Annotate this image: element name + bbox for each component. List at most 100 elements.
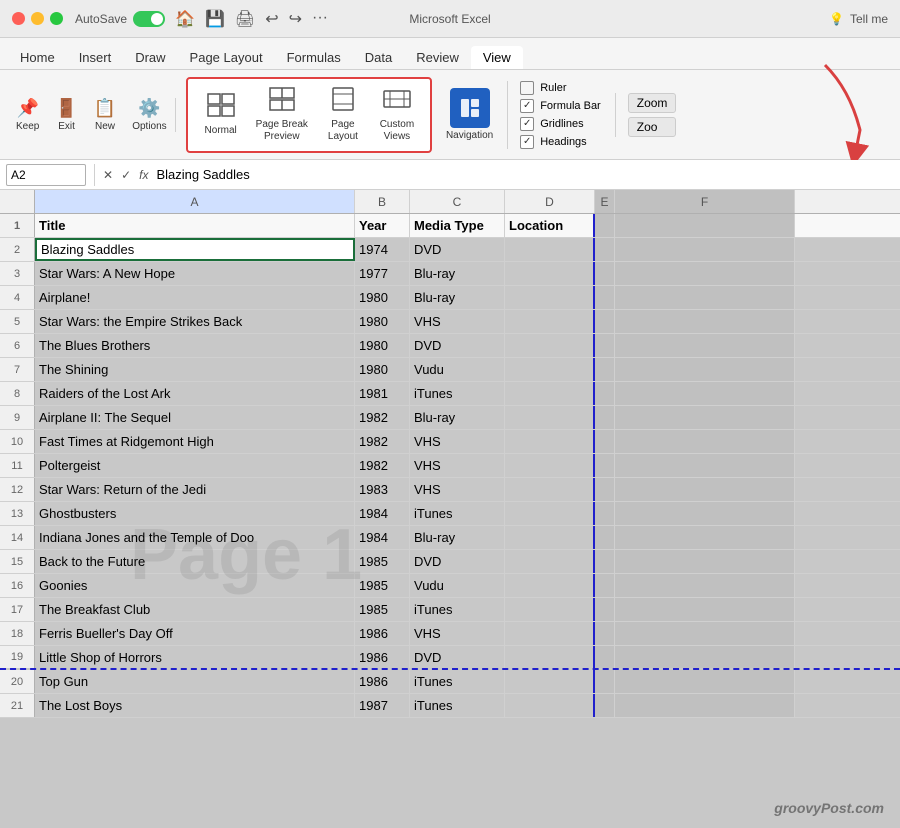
gridlines-toggle[interactable]: Gridlines <box>520 117 601 131</box>
cell-b16[interactable]: 1985 <box>355 574 410 597</box>
pagebreak-view-button[interactable]: Page BreakPreview <box>250 83 314 147</box>
cell-d6[interactable] <box>505 334 595 357</box>
cell-d10[interactable] <box>505 430 595 453</box>
more-icon[interactable]: ··· <box>312 9 328 29</box>
row-number[interactable]: 8 <box>0 382 35 405</box>
tab-view[interactable]: View <box>471 46 523 69</box>
keep-label[interactable]: Keep <box>16 121 39 132</box>
cell-b3[interactable]: 1977 <box>355 262 410 285</box>
col-header-c[interactable]: C <box>410 190 505 213</box>
cell-c2[interactable]: DVD <box>410 238 505 261</box>
close-button[interactable] <box>12 12 25 25</box>
exit-label[interactable]: Exit <box>58 121 75 132</box>
cell-d7[interactable] <box>505 358 595 381</box>
cell-a2[interactable]: Blazing Saddles <box>35 238 355 261</box>
maximize-button[interactable] <box>50 12 63 25</box>
row-number[interactable]: 12 <box>0 478 35 501</box>
cell-d16[interactable] <box>505 574 595 597</box>
cell-a15[interactable]: Back to the Future <box>35 550 355 573</box>
cell-c17[interactable]: iTunes <box>410 598 505 621</box>
row-number[interactable]: 18 <box>0 622 35 645</box>
row-number[interactable]: 19 <box>0 646 35 668</box>
cell-a21[interactable]: The Lost Boys <box>35 694 355 717</box>
cell-b7[interactable]: 1980 <box>355 358 410 381</box>
cell-d1[interactable]: Location <box>505 214 595 237</box>
cell-b2[interactable]: 1974 <box>355 238 410 261</box>
row-number[interactable]: 3 <box>0 262 35 285</box>
col-header-a[interactable]: A <box>35 190 355 213</box>
ruler-checkbox[interactable] <box>520 81 534 95</box>
cell-c7[interactable]: Vudu <box>410 358 505 381</box>
cell-b20[interactable]: 1986 <box>355 670 410 693</box>
new-label[interactable]: New <box>95 121 115 132</box>
cell-d19[interactable] <box>505 646 595 668</box>
cell-d8[interactable] <box>505 382 595 405</box>
insert-function-icon[interactable]: fx <box>139 168 148 182</box>
row-number[interactable]: 17 <box>0 598 35 621</box>
save-icon[interactable]: 💾 <box>205 9 225 29</box>
tell-me-text[interactable]: Tell me <box>850 12 888 26</box>
cell-b1[interactable]: Year <box>355 214 410 237</box>
cell-c16[interactable]: Vudu <box>410 574 505 597</box>
headings-toggle[interactable]: Headings <box>520 135 601 149</box>
tab-insert[interactable]: Insert <box>67 46 124 69</box>
row-number[interactable]: 13 <box>0 502 35 525</box>
options-label[interactable]: Options <box>132 121 166 132</box>
cell-c12[interactable]: VHS <box>410 478 505 501</box>
cell-a3[interactable]: Star Wars: A New Hope <box>35 262 355 285</box>
cell-d3[interactable] <box>505 262 595 285</box>
col-header-e[interactable]: E <box>595 190 615 213</box>
cell-a4[interactable]: Airplane! <box>35 286 355 309</box>
cell-a19[interactable]: Little Shop of Horrors <box>35 646 355 668</box>
tab-draw[interactable]: Draw <box>123 46 177 69</box>
customviews-button[interactable]: CustomViews <box>372 83 422 147</box>
autosave-toggle[interactable] <box>133 11 165 27</box>
cell-d4[interactable] <box>505 286 595 309</box>
tab-formulas[interactable]: Formulas <box>275 46 353 69</box>
col-header-d[interactable]: D <box>505 190 595 213</box>
cell-a17[interactable]: The Breakfast Club <box>35 598 355 621</box>
formula-input[interactable] <box>152 164 894 186</box>
row-number[interactable]: 10 <box>0 430 35 453</box>
row-number[interactable]: 4 <box>0 286 35 309</box>
cell-a13[interactable]: Ghostbusters <box>35 502 355 525</box>
confirm-formula-icon[interactable]: ✓ <box>121 168 131 182</box>
cell-d21[interactable] <box>505 694 595 717</box>
cell-a10[interactable]: Fast Times at Ridgemont High <box>35 430 355 453</box>
cell-a14[interactable]: Indiana Jones and the Temple of Doo <box>35 526 355 549</box>
row-number[interactable]: 6 <box>0 334 35 357</box>
col-header-f[interactable]: F <box>615 190 795 213</box>
name-box[interactable]: A2 <box>6 164 86 186</box>
cell-b21[interactable]: 1987 <box>355 694 410 717</box>
cell-b4[interactable]: 1980 <box>355 286 410 309</box>
cell-c1[interactable]: Media Type <box>410 214 505 237</box>
tab-data[interactable]: Data <box>353 46 404 69</box>
cell-c14[interactable]: Blu-ray <box>410 526 505 549</box>
cell-a16[interactable]: Goonies <box>35 574 355 597</box>
cell-c20[interactable]: iTunes <box>410 670 505 693</box>
normal-view-button[interactable]: Normal <box>196 89 246 140</box>
cell-a8[interactable]: Raiders of the Lost Ark <box>35 382 355 405</box>
cell-c4[interactable]: Blu-ray <box>410 286 505 309</box>
cell-b6[interactable]: 1980 <box>355 334 410 357</box>
cell-b15[interactable]: 1985 <box>355 550 410 573</box>
cell-a1[interactable]: Title <box>35 214 355 237</box>
cell-a7[interactable]: The Shining <box>35 358 355 381</box>
cell-d18[interactable] <box>505 622 595 645</box>
cell-d14[interactable] <box>505 526 595 549</box>
print-icon[interactable]: 🖨 <box>235 9 255 29</box>
cell-b13[interactable]: 1984 <box>355 502 410 525</box>
cell-a11[interactable]: Poltergeist <box>35 454 355 477</box>
cell-b11[interactable]: 1982 <box>355 454 410 477</box>
zoom-button[interactable]: Zoom <box>628 93 677 113</box>
formulabar-toggle[interactable]: Formula Bar <box>520 99 601 113</box>
cell-b8[interactable]: 1981 <box>355 382 410 405</box>
cell-d2[interactable] <box>505 238 595 261</box>
cancel-formula-icon[interactable]: ✕ <box>103 168 113 182</box>
cell-c13[interactable]: iTunes <box>410 502 505 525</box>
home-icon[interactable]: 🏠 <box>175 9 195 29</box>
gridlines-checkbox[interactable] <box>520 117 534 131</box>
redo-icon[interactable]: ↪ <box>289 9 302 29</box>
cell-c3[interactable]: Blu-ray <box>410 262 505 285</box>
cell-d13[interactable] <box>505 502 595 525</box>
